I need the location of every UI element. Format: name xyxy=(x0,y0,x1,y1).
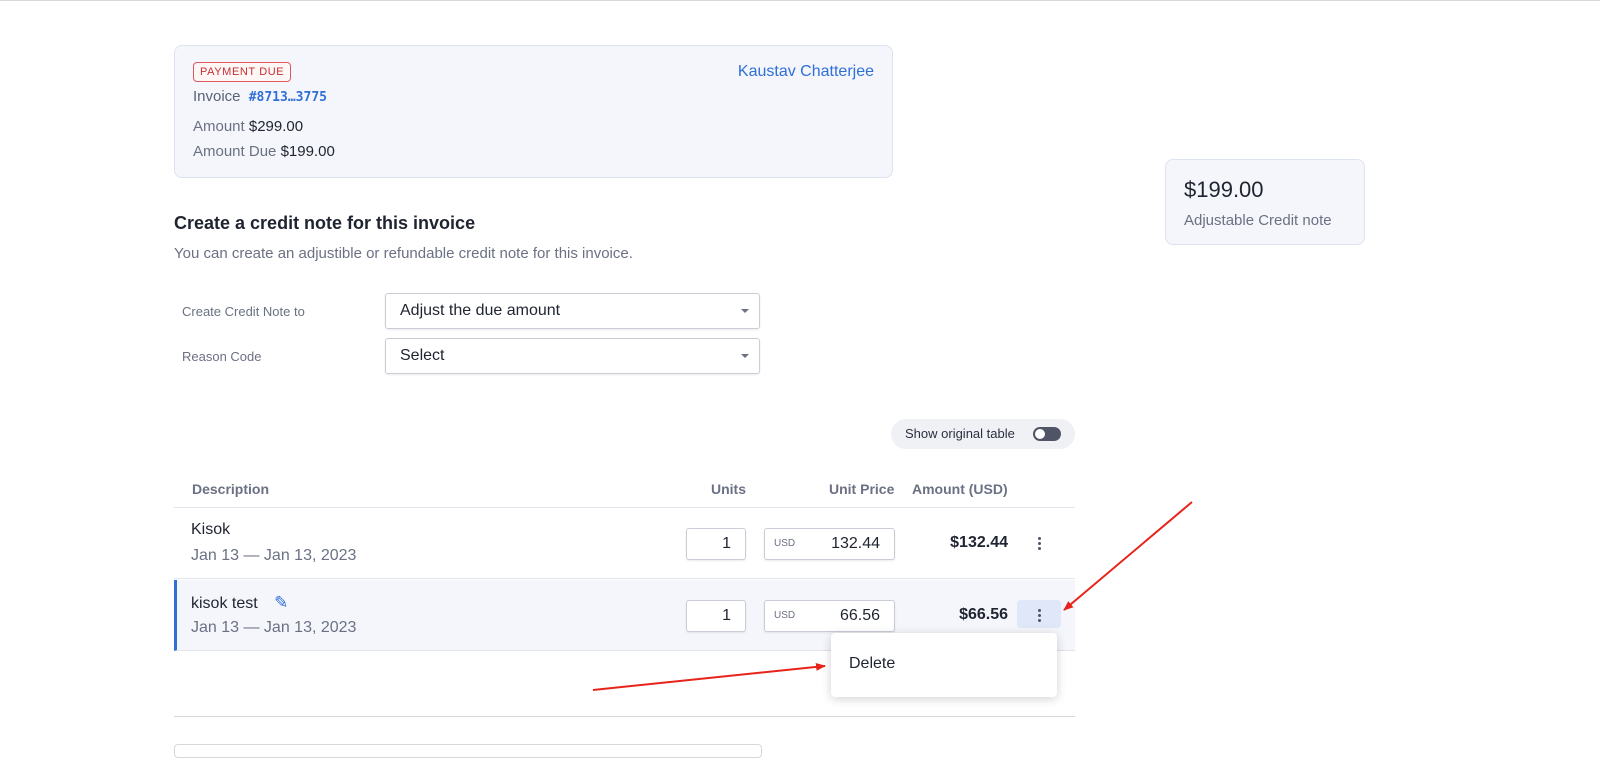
annotation-arrow-to-actions-button xyxy=(1063,501,1193,611)
invoice-summary-card: PAYMENT DUE Invoice #8713…3775 Amount $2… xyxy=(174,45,893,178)
cropped-heading-remnant xyxy=(178,0,418,2)
row-date-range: Jan 13 — Jan 13, 2023 xyxy=(191,547,357,564)
create-to-value: Adjust the due amount xyxy=(400,302,561,319)
row-amount: $132.44 xyxy=(950,534,1008,551)
caret-down-icon xyxy=(741,309,749,313)
currency-code: USD xyxy=(774,610,796,621)
toggle-knob xyxy=(1035,429,1045,439)
reason-code-label: Reason Code xyxy=(182,349,262,364)
amount-due-value: $199.00 xyxy=(280,143,335,160)
units-input[interactable]: 1 xyxy=(686,600,746,632)
column-header-amount: Amount (USD) xyxy=(912,481,1008,497)
row-title: Kisok xyxy=(191,521,231,538)
section-divider xyxy=(174,716,1075,717)
annotation-arrow-to-delete-item xyxy=(592,662,826,691)
invoice-label: Invoice xyxy=(193,88,241,105)
row-actions-button[interactable] xyxy=(1017,528,1061,556)
amount-label: Amount xyxy=(193,118,245,135)
credit-summary-amount: $199.00 xyxy=(1184,177,1264,202)
credit-summary-card: $199.00 Adjustable Credit note xyxy=(1165,159,1365,245)
currency-code: USD xyxy=(774,538,796,549)
row-actions-button[interactable] xyxy=(1017,600,1061,628)
pencil-icon[interactable]: ✎ xyxy=(274,593,288,613)
create-to-label: Create Credit Note to xyxy=(182,304,305,319)
credit-note-subtitle: You can create an adjustible or refundab… xyxy=(174,245,633,262)
status-badge: PAYMENT DUE xyxy=(193,62,292,82)
toggle-label: Show original table xyxy=(905,426,1015,441)
column-header-unit-price: Unit Price xyxy=(829,481,895,497)
create-to-select[interactable]: Adjust the due amount xyxy=(385,293,760,329)
row-actions-menu: Delete xyxy=(831,633,1057,697)
toggle-switch[interactable] xyxy=(1033,427,1061,441)
unit-price-value: 66.56 xyxy=(839,607,880,624)
unit-price-input[interactable]: USD 66.56 xyxy=(764,600,895,632)
caret-down-icon xyxy=(741,354,749,358)
units-input[interactable]: 1 xyxy=(686,528,746,560)
kebab-menu-icon xyxy=(1017,600,1061,622)
column-header-units: Units xyxy=(711,481,746,497)
table-row: Kisok Jan 13 — Jan 13, 2023 1 USD 132.44… xyxy=(174,508,1075,579)
customer-name-link[interactable]: Kaustav Chatterjee xyxy=(738,63,874,81)
amount-due-label: Amount Due xyxy=(193,143,277,160)
unit-price-input[interactable]: USD 132.44 xyxy=(764,528,895,560)
invoice-amount-line: Amount $299.00 xyxy=(193,118,303,135)
invoice-number-line: Invoice #8713…3775 xyxy=(193,88,327,105)
show-original-table-toggle[interactable]: Show original table xyxy=(891,419,1075,449)
credit-summary-label: Adjustable Credit note xyxy=(1184,212,1332,229)
row-date-range: Jan 13 — Jan 13, 2023 xyxy=(191,619,357,636)
invoice-amount-due-line: Amount Due $199.00 xyxy=(193,143,335,160)
reason-code-select[interactable]: Select xyxy=(385,338,760,374)
reason-code-value: Select xyxy=(400,347,445,364)
invoice-number-link[interactable]: #8713…3775 xyxy=(249,90,327,105)
credit-note-title: Create a credit note for this invoice xyxy=(174,213,476,233)
kebab-menu-icon xyxy=(1017,528,1061,550)
delete-menu-item[interactable]: Delete xyxy=(849,655,895,673)
unit-price-value: 132.44 xyxy=(831,535,880,552)
row-title-text: kisok test xyxy=(191,595,258,612)
row-amount: $66.56 xyxy=(959,606,1008,623)
column-header-description: Description xyxy=(192,481,270,497)
cropped-bottom-field xyxy=(174,744,762,758)
row-title: kisok test ✎ xyxy=(191,593,288,613)
amount-value: $299.00 xyxy=(248,118,304,135)
